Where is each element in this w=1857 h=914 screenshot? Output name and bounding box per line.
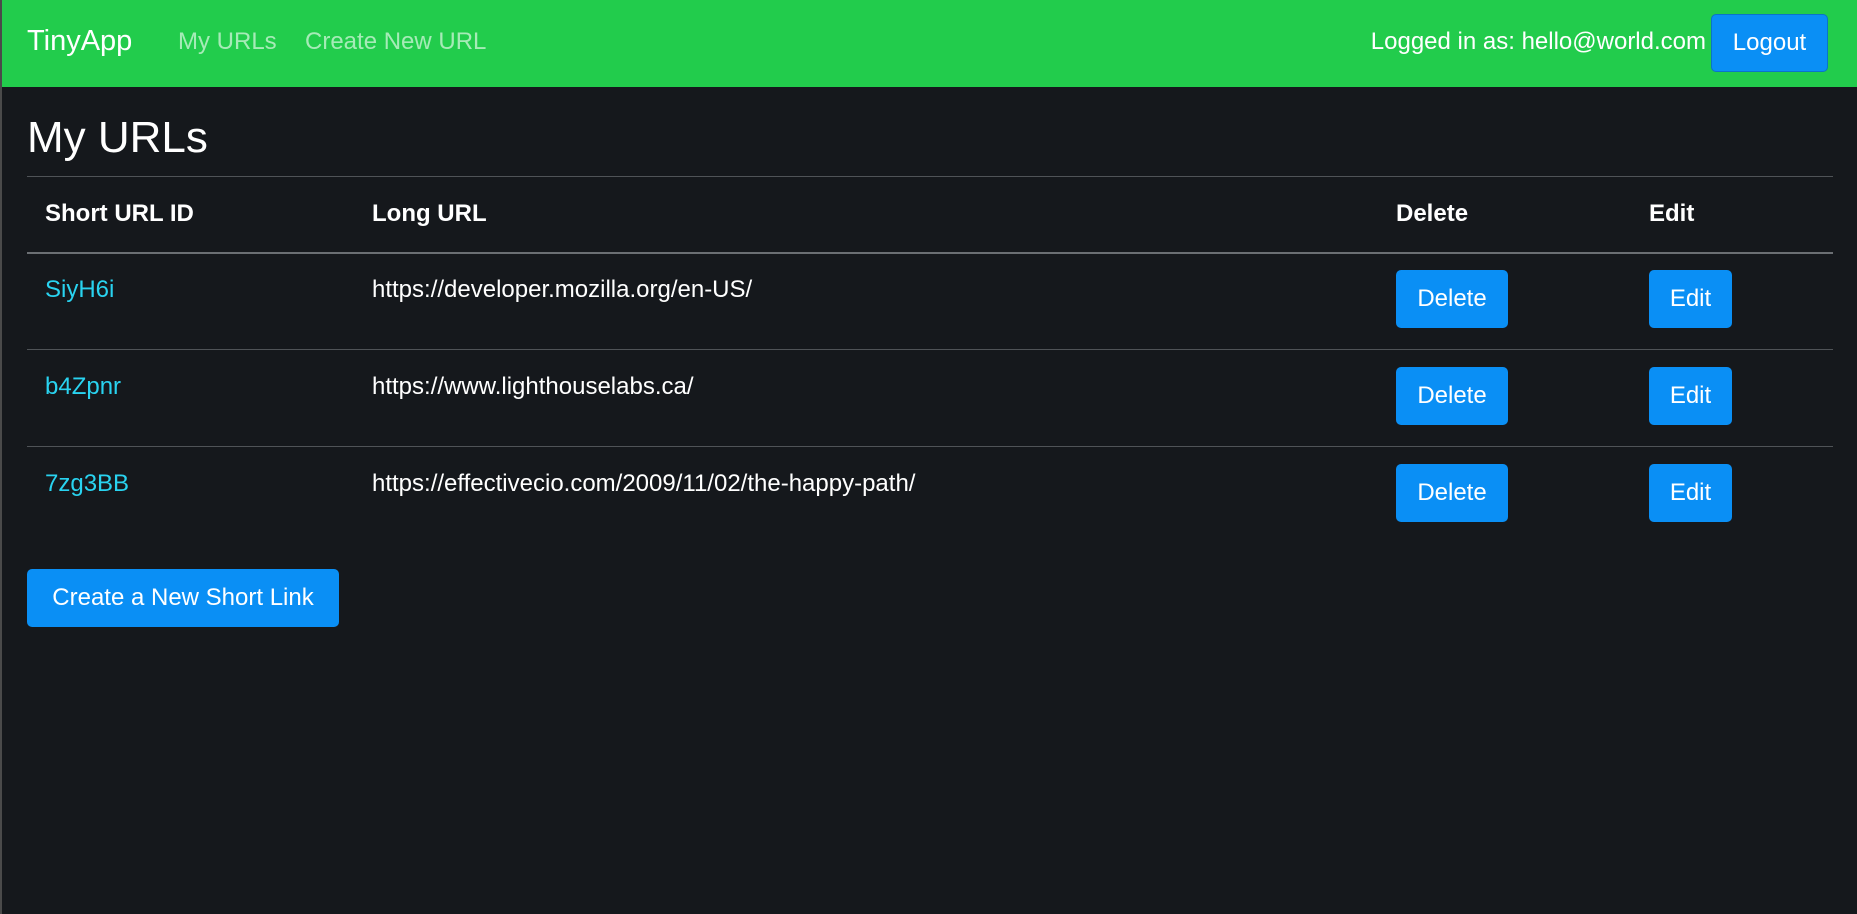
edit-button[interactable]: Edit — [1649, 270, 1732, 328]
long-url-text: https://developer.mozilla.org/en-US/ — [372, 276, 753, 303]
long-url-text: https://effectivecio.com/2009/11/02/the-… — [372, 470, 916, 497]
logout-button[interactable]: Logout — [1711, 14, 1828, 72]
table-top-border — [27, 176, 1833, 177]
column-header-short-url-id: Short URL ID — [45, 200, 194, 227]
column-header-delete: Delete — [1396, 200, 1469, 227]
row-divider — [27, 349, 1833, 350]
edit-button[interactable]: Edit — [1649, 367, 1732, 425]
long-url-text: https://www.lighthouselabs.ca/ — [372, 373, 694, 400]
delete-button[interactable]: Delete — [1396, 367, 1508, 425]
short-url-link[interactable]: SiyH6i — [45, 276, 114, 304]
window-left-border — [0, 0, 2, 914]
create-new-short-link-button[interactable]: Create a New Short Link — [27, 569, 339, 627]
logged-in-user-text: Logged in as: hello@world.com — [1370, 28, 1706, 55]
short-url-link[interactable]: 7zg3BB — [45, 470, 129, 498]
edit-button[interactable]: Edit — [1649, 464, 1732, 522]
page-title: My URLs — [27, 113, 208, 162]
brand-logo[interactable]: TinyApp — [27, 24, 132, 58]
table-row: b4Zpnr https://www.lighthouselabs.ca/ De… — [27, 351, 1833, 447]
short-url-link[interactable]: b4Zpnr — [45, 373, 121, 401]
top-navbar: TinyApp My URLs Create New URL Logged in… — [2, 0, 1857, 87]
nav-link-create-new-url[interactable]: Create New URL — [305, 28, 486, 56]
table-row: SiyH6i https://developer.mozilla.org/en-… — [27, 254, 1833, 350]
table-row: 7zg3BB https://effectivecio.com/2009/11/… — [27, 448, 1833, 544]
column-header-edit: Edit — [1649, 200, 1695, 227]
nav-link-my-urls[interactable]: My URLs — [178, 28, 277, 56]
delete-button[interactable]: Delete — [1396, 270, 1508, 328]
column-header-long-url: Long URL — [372, 200, 487, 227]
delete-button[interactable]: Delete — [1396, 464, 1508, 522]
row-divider — [27, 446, 1833, 447]
